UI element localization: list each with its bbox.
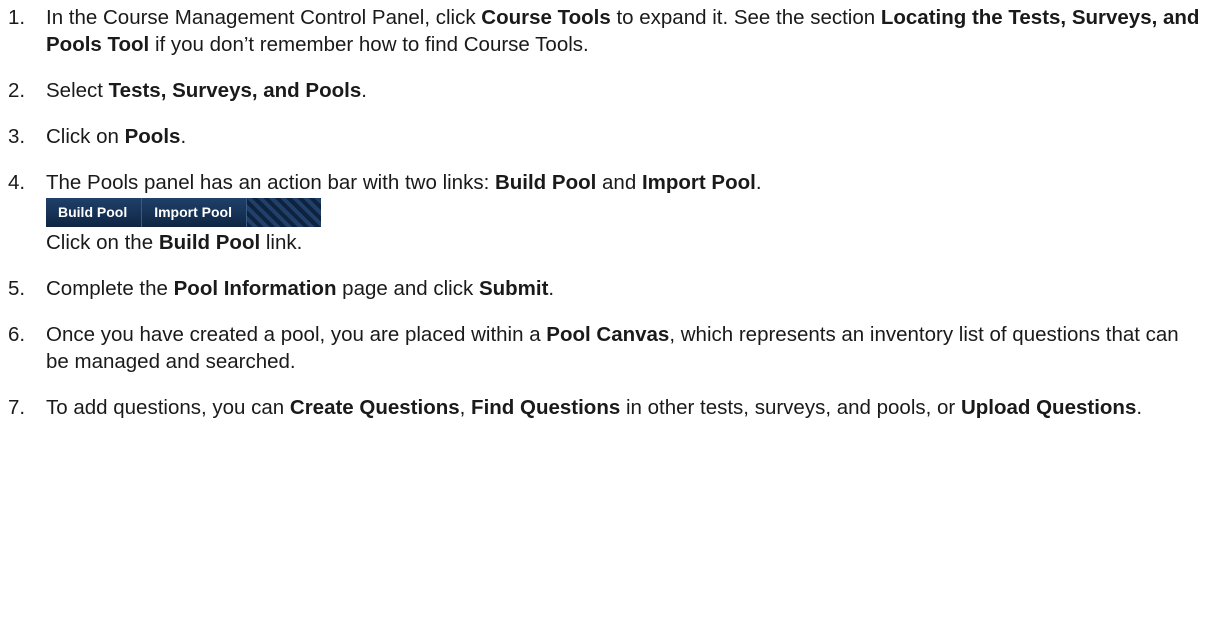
step-text: link. (260, 231, 303, 254)
step-1: 1. In the Course Management Control Pane… (0, 4, 1200, 58)
course-tools-term: Course Tools (481, 6, 611, 29)
step-text: . (755, 171, 762, 194)
step-text: and (596, 171, 642, 194)
submit-term: Submit (478, 277, 549, 300)
step-4: 4. The Pools panel has an action bar wit… (0, 169, 1200, 256)
step-text: . (180, 125, 187, 148)
step-number: 7. (8, 396, 26, 419)
step-2: 2. Select Tests, Surveys, and Pools. (0, 77, 1200, 104)
step-text: page and click (336, 277, 479, 300)
build-pool-term: Build Pool (494, 171, 597, 194)
step-line: Click on the Build Pool link. (46, 229, 1200, 256)
step-text: to expand it. See the section (610, 6, 881, 29)
step-7: 7. To add questions, you can Create Ques… (0, 394, 1200, 421)
step-text: . (548, 277, 555, 300)
step-3: 3. Click on Pools. (0, 123, 1200, 150)
step-text: Complete the (46, 277, 174, 300)
step-text: The Pools panel has an action bar with t… (46, 171, 495, 194)
step-text: , (459, 396, 472, 419)
step-text: To add questions, you can (46, 396, 290, 419)
pools-term: Pools (124, 125, 181, 148)
tests-surveys-pools-term: Tests, Surveys, and Pools (108, 79, 362, 102)
import-pool-term: Import Pool (641, 171, 756, 194)
build-pool-button[interactable]: Build Pool (46, 198, 142, 227)
step-number: 1. (8, 6, 26, 29)
step-text: Click on the (46, 231, 159, 254)
build-pool-term: Build Pool (158, 231, 261, 254)
step-number: 2. (8, 79, 26, 102)
step-6: 6. Once you have created a pool, you are… (0, 321, 1200, 375)
find-questions-term: Find Questions (471, 396, 621, 419)
step-number: 6. (8, 323, 26, 346)
upload-questions-term: Upload Questions (960, 396, 1137, 419)
instruction-steps: 1. In the Course Management Control Pane… (0, 4, 1200, 440)
step-number: 3. (8, 125, 26, 148)
step-line: The Pools panel has an action bar with t… (46, 169, 1200, 196)
step-text: in other tests, surveys, and pools, or (620, 396, 961, 419)
pools-action-bar: Build Pool Import Pool (46, 198, 321, 227)
import-pool-button[interactable]: Import Pool (141, 198, 246, 227)
step-text: . (361, 79, 367, 102)
step-text: Select (46, 79, 109, 102)
pool-canvas-term: Pool Canvas (546, 323, 670, 346)
action-bar-filler (246, 198, 321, 227)
pool-information-term: Pool Information (173, 277, 337, 300)
step-text: In the Course Management Control Panel, … (46, 6, 482, 29)
step-number: 4. (8, 171, 26, 194)
step-number: 5. (8, 277, 26, 300)
step-text: Click on (46, 125, 125, 148)
step-5: 5. Complete the Pool Information page an… (0, 275, 1200, 302)
step-text: . (1136, 396, 1143, 419)
step-text: Once you have created a pool, you are pl… (46, 323, 547, 346)
step-text: if you don’t remember how to find Course… (149, 33, 589, 56)
create-questions-term: Create Questions (289, 396, 460, 419)
